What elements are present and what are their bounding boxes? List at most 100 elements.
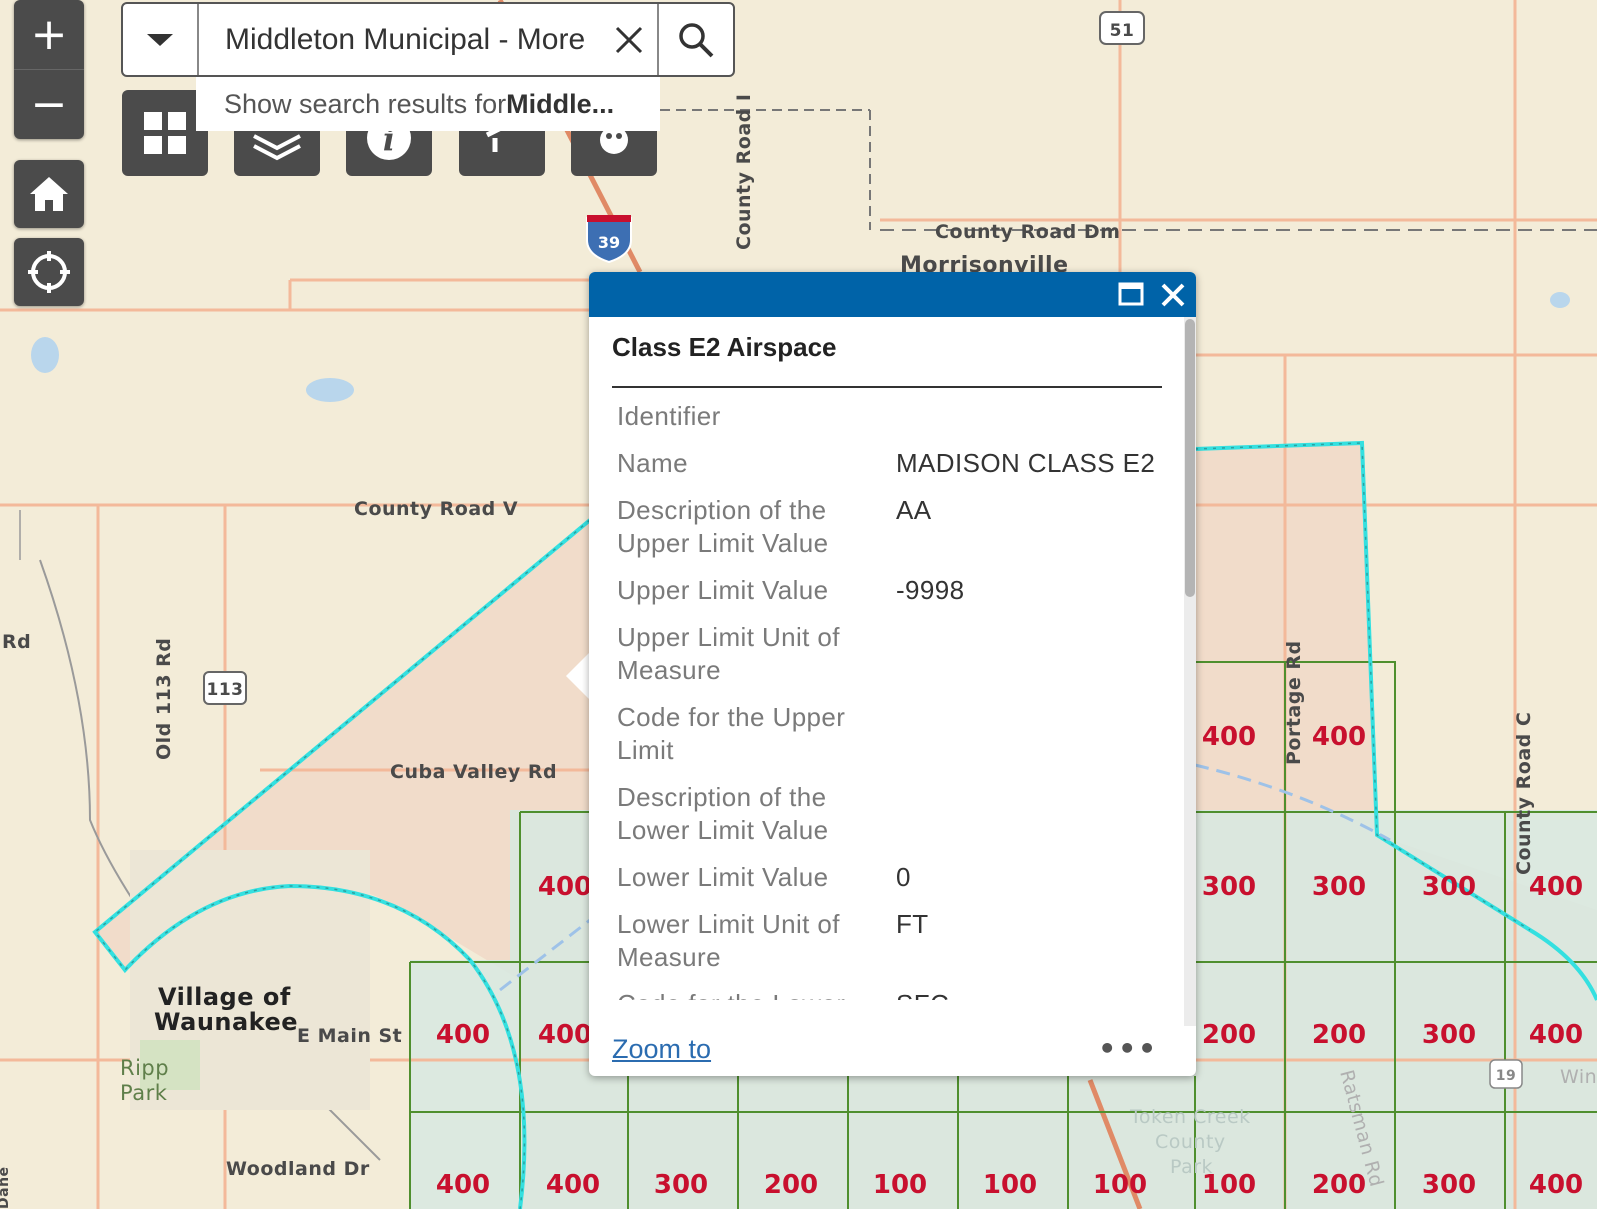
attribute-row: Identifier [617, 400, 1167, 433]
chevron-down-icon [147, 33, 173, 46]
grid-ceiling-label: 400 [1529, 1170, 1583, 1200]
edge-label: Dane [0, 1166, 12, 1209]
zoom-to-link[interactable]: Zoom to [612, 1034, 711, 1065]
grid-ceiling-label: 300 [1422, 1170, 1476, 1200]
attribute-value: MADISON CLASS E2 [896, 448, 1156, 478]
hwy-19-label: 19 [1496, 1068, 1516, 1084]
attribute-value [896, 701, 1167, 767]
grid-ceiling-label: 400 [538, 1020, 592, 1050]
county-road-c-label: County Road C [1513, 712, 1535, 875]
attribute-row: Lower Limit Value 0 [617, 861, 1167, 894]
locate-button[interactable] [14, 238, 84, 306]
grid-ceiling-label: 200 [1202, 1020, 1256, 1050]
token-creek-label-line2: County [1155, 1131, 1226, 1153]
attribute-row: Code for the LowerSFC [617, 988, 1167, 1000]
old-113-rd-label: Old 113 Rd [153, 638, 175, 760]
ripp-park-label-line2: Park [120, 1081, 168, 1105]
scrollbar-thumb[interactable] [1185, 319, 1195, 597]
attribute-value: -9998 [896, 575, 965, 605]
maximize-icon[interactable] [1118, 282, 1144, 306]
attribute-row: Lower Limit Unit of Measure FT [617, 908, 1167, 974]
crosshair-icon [28, 251, 70, 293]
woodland-dr-label: Woodland Dr [226, 1158, 370, 1180]
county-road-dm-label: County Road Dm [935, 221, 1120, 243]
clear-search-button[interactable] [601, 4, 657, 75]
attribute-row: Upper Limit Unit of Measure [617, 621, 1167, 687]
county-road-v-label: County Road V [354, 498, 518, 520]
grid-ceiling-label: 300 [1422, 872, 1476, 902]
popup-divider [612, 386, 1162, 388]
zoom-in-button[interactable]: + [14, 0, 84, 69]
popup-header [589, 272, 1196, 317]
attribute-key: Upper Limit Value [617, 575, 829, 605]
more-actions-button[interactable]: ••• [1098, 1032, 1158, 1065]
win-label: Win [1560, 1066, 1597, 1088]
popup-scrollbar[interactable] [1184, 317, 1196, 1026]
grid-ceiling-label: 400 [436, 1020, 490, 1050]
search-icon [679, 22, 714, 57]
attribute-value [896, 400, 1167, 433]
county-road-i-label: County Road I [733, 94, 755, 250]
popup-pointer [566, 652, 590, 700]
attribute-row: Description of the Lower Limit Value [617, 781, 1167, 847]
attribute-key: Description of the Upper Limit Value [617, 495, 829, 558]
grid-ceiling-label: 100 [1093, 1170, 1147, 1200]
search-suggestion[interactable]: Show search results for Middle... [196, 77, 660, 131]
attribute-key: Identifier [617, 401, 721, 431]
hwy-39-label: 39 [598, 233, 620, 252]
attribute-value [896, 781, 1167, 847]
suggestion-prefix: Show search results for [224, 88, 507, 119]
attribute-key: Lower Limit Value [617, 862, 829, 892]
grid-ceiling-label: 400 [436, 1170, 490, 1200]
grid-ceiling-label: 300 [654, 1170, 708, 1200]
grid-ceiling-label: 400 [538, 872, 592, 902]
grid-ceiling-label: 300 [1312, 872, 1366, 902]
grid-ceiling-label: 300 [1202, 872, 1256, 902]
cuba-valley-rd-label: Cuba Valley Rd [390, 761, 557, 783]
home-icon [30, 177, 68, 211]
rd-label: Rd [2, 631, 31, 653]
suggestion-term: Middle... [506, 88, 615, 119]
attribute-key: Description of the Lower Limit Value [617, 782, 829, 845]
attribute-row: Code for the Upper Limit [617, 701, 1167, 767]
popup-attributes: Identifier Name MADISON CLASS E2 Descript… [617, 400, 1167, 1000]
attribute-key: Code for the Upper Limit [617, 702, 846, 765]
grid-ceiling-label: 200 [764, 1170, 818, 1200]
attribute-row: Upper Limit Value -9998 [617, 574, 1167, 607]
attribute-value: 0 [896, 862, 911, 892]
close-icon [615, 26, 643, 53]
attribute-key: Code for the Lower [617, 988, 896, 1000]
village-label-line2: Waunakee [154, 1008, 298, 1036]
grid-ceiling-label: 400 [546, 1170, 600, 1200]
search-source-dropdown[interactable] [123, 4, 199, 75]
portage-rd-label: Portage Rd [1283, 640, 1305, 765]
attribute-value: SFC [896, 988, 1167, 1000]
grid-ceiling-label: 400 [1202, 722, 1256, 752]
hwy-51-label: 51 [1110, 21, 1135, 41]
hwy-113-label: 113 [207, 680, 244, 700]
grid-ceiling-label: 400 [1529, 1020, 1583, 1050]
grid-ceiling-label: 100 [873, 1170, 927, 1200]
attribute-row: Name MADISON CLASS E2 [617, 447, 1167, 480]
attribute-key: Name [617, 448, 688, 478]
grid-ceiling-label: 200 [1312, 1170, 1366, 1200]
attribute-key: Lower Limit Unit of Measure [617, 909, 840, 972]
grid-ceiling-label: 300 [1422, 1020, 1476, 1050]
search-widget: Middleton Municipal - More [121, 2, 735, 77]
grid-ceiling-label: 400 [1312, 722, 1366, 752]
search-button[interactable] [657, 4, 733, 75]
attribute-value [896, 621, 1167, 687]
zoom-out-button[interactable]: − [14, 70, 84, 139]
ripp-park-label-line1: Ripp [120, 1056, 169, 1080]
home-button[interactable] [14, 160, 84, 228]
search-input[interactable]: Middleton Municipal - More [199, 4, 601, 75]
grid-ceiling-label: 200 [1312, 1020, 1366, 1050]
attribute-row: Description of the Upper Limit Value AA [617, 494, 1167, 560]
attribute-value: AA [896, 495, 932, 525]
zoom-control: + − [14, 0, 84, 139]
grid-ceiling-label: 400 [1529, 872, 1583, 902]
close-popup-icon[interactable] [1160, 282, 1186, 308]
token-creek-label-line1: Token Creek [1129, 1106, 1251, 1128]
popup-title: Class E2 Airspace [612, 332, 837, 362]
attribute-value: FT [896, 909, 929, 939]
